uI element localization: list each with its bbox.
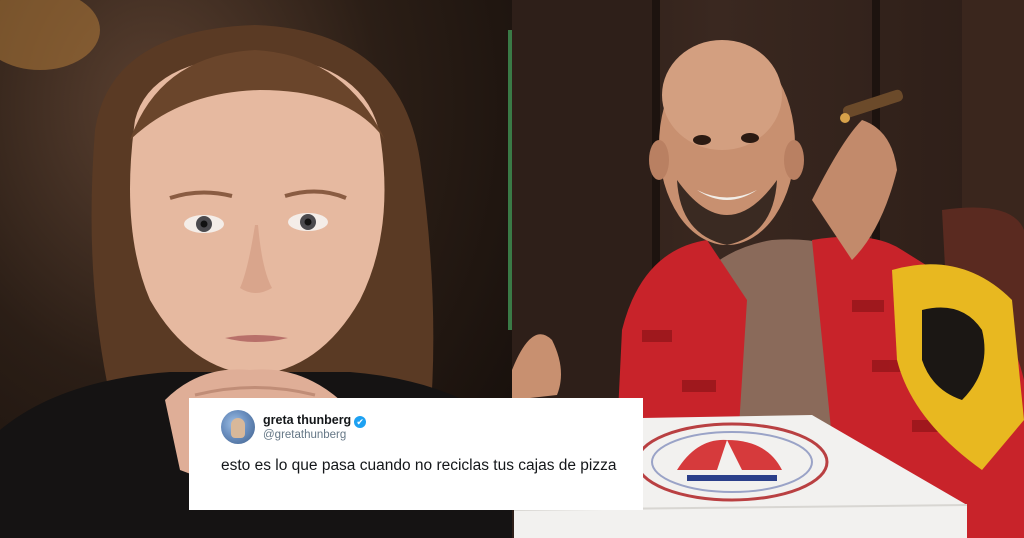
- avatar: [221, 410, 255, 444]
- tweet-author: greta thunberg ✔ @gretathunberg: [263, 412, 367, 443]
- display-name: greta thunberg: [263, 412, 352, 427]
- tweet-text: esto es lo que pasa cuando no reciclas t…: [221, 457, 617, 474]
- user-handle: @gretathunberg: [263, 428, 347, 441]
- tweet-card: greta thunberg ✔ @gretathunberg esto es l…: [189, 398, 643, 510]
- tweet-header: greta thunberg ✔ @gretathunberg: [221, 410, 627, 444]
- verified-badge-icon: ✔: [354, 415, 367, 428]
